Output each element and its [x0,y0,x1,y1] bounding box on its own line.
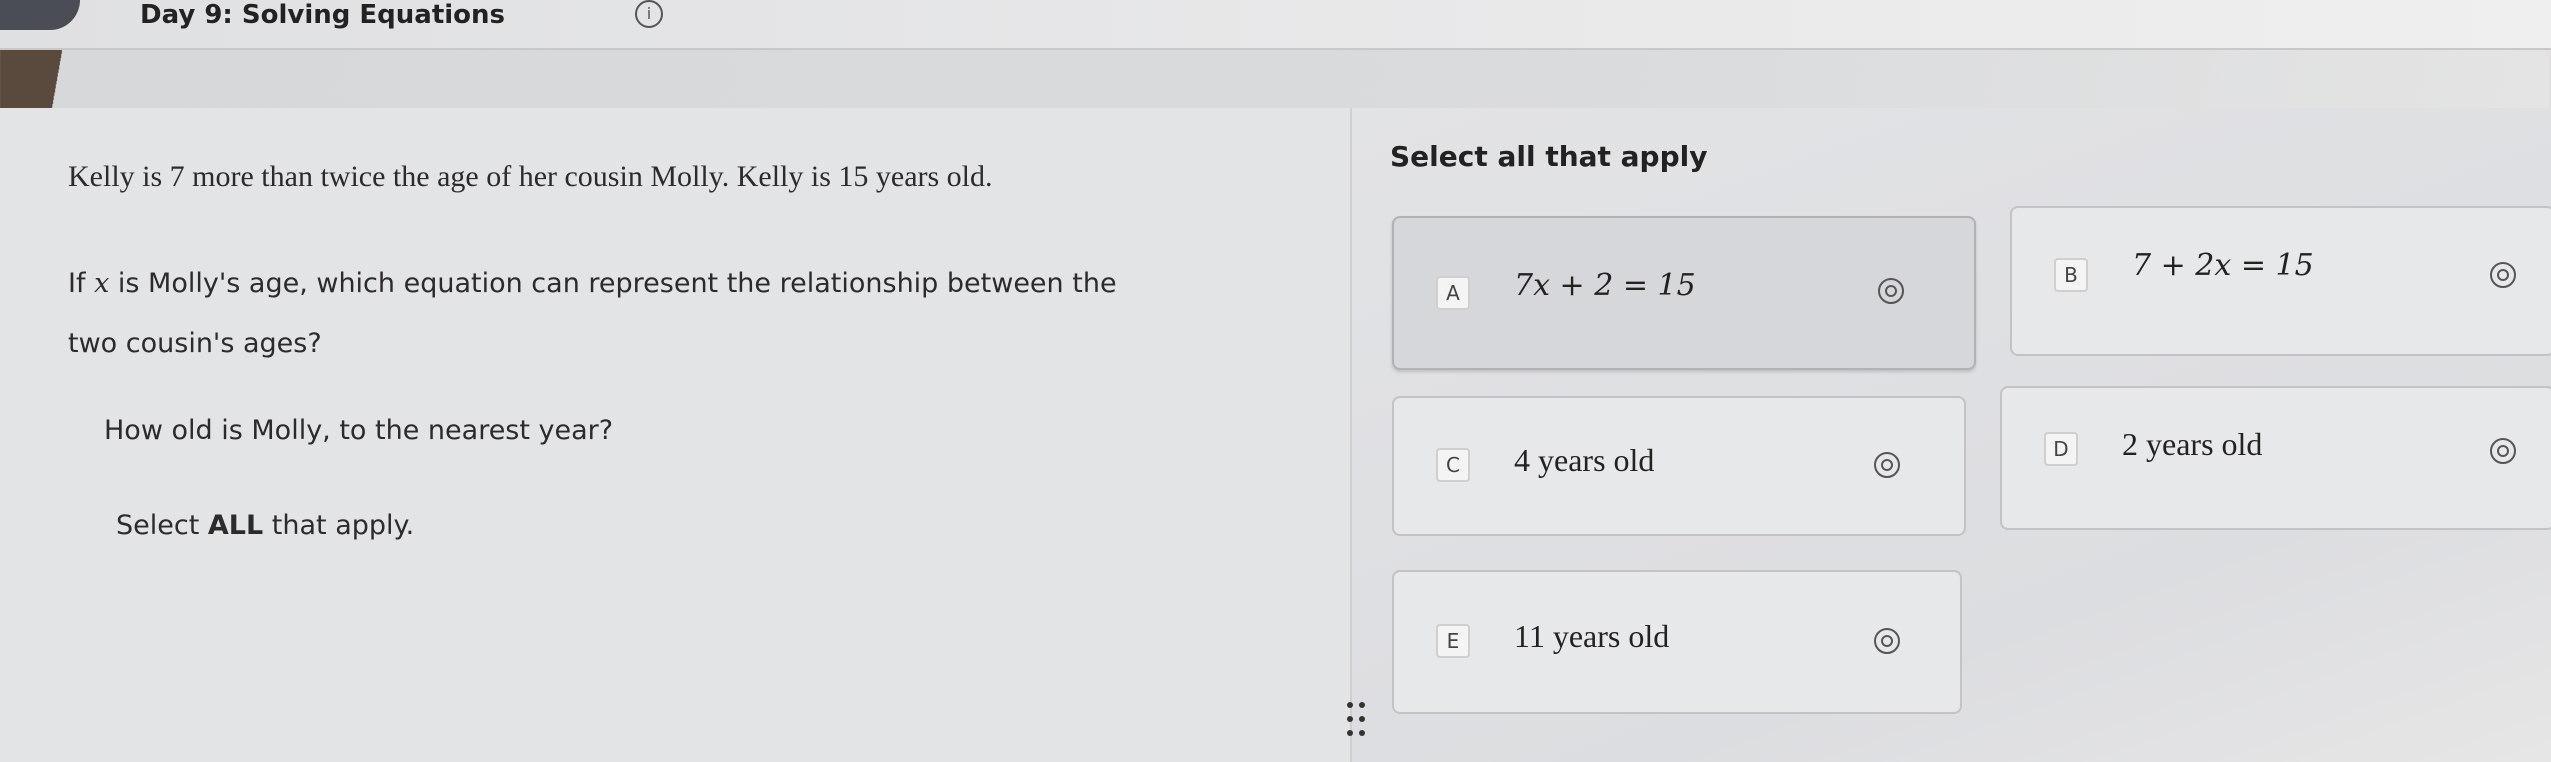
question-text-line2-suffix: is Molly's age, which equation can repre… [109,268,1117,299]
question-text-line3: two cousin's ages? [68,328,322,359]
app-logo [0,0,80,30]
question-text-line4: How old is Molly, to the nearest year? [104,415,614,446]
option-d-text: 2 years old [2122,426,2263,462]
option-e[interactable]: E 11 years old [1392,570,1962,714]
question-text-line2: If x is Molly's age, which equation can … [68,268,1117,299]
option-d[interactable]: D 2 years old [2000,386,2551,530]
select-all-instruction: Select all that apply [1390,140,1708,173]
question-text-line5-bold: ALL [207,510,264,541]
option-c-text: 4 years old [1514,442,1655,478]
question-text-line5-suffix: that apply. [263,510,415,541]
option-c-letter: C [1436,448,1470,482]
option-e-text: 11 years old [1514,618,1670,654]
top-bar: Day 9: Solving Equations i [0,0,2551,50]
eye-icon[interactable] [2490,438,2516,464]
question-text-line2-prefix: If [68,268,95,299]
question-text-line5: Select ALL that apply. [116,510,414,541]
option-a-text: 7x + 2 = 15 [1514,268,1696,303]
option-b-letter: B [2054,258,2088,292]
option-d-letter: D [2044,432,2078,466]
eye-icon[interactable] [1874,452,1900,478]
option-b[interactable]: B 7 + 2x = 15 [2010,206,2551,356]
option-a-letter: A [1436,276,1470,310]
eye-icon[interactable] [1878,278,1904,304]
page-title: Day 9: Solving Equations [140,0,506,30]
question-text-line1: Kelly is 7 more than twice the age of he… [68,160,993,193]
option-a[interactable]: A 7x + 2 = 15 [1392,216,1976,370]
info-icon[interactable]: i [635,0,663,28]
option-b-text: 7 + 2x = 15 [2132,248,2314,283]
drag-handle-icon[interactable] [1345,700,1369,740]
eye-icon[interactable] [2490,262,2516,288]
variable-x: x [94,268,110,299]
question-text-line5-prefix: Select [116,510,208,541]
option-e-letter: E [1436,624,1470,658]
eye-icon[interactable] [1874,628,1900,654]
option-c[interactable]: C 4 years old [1392,396,1966,536]
